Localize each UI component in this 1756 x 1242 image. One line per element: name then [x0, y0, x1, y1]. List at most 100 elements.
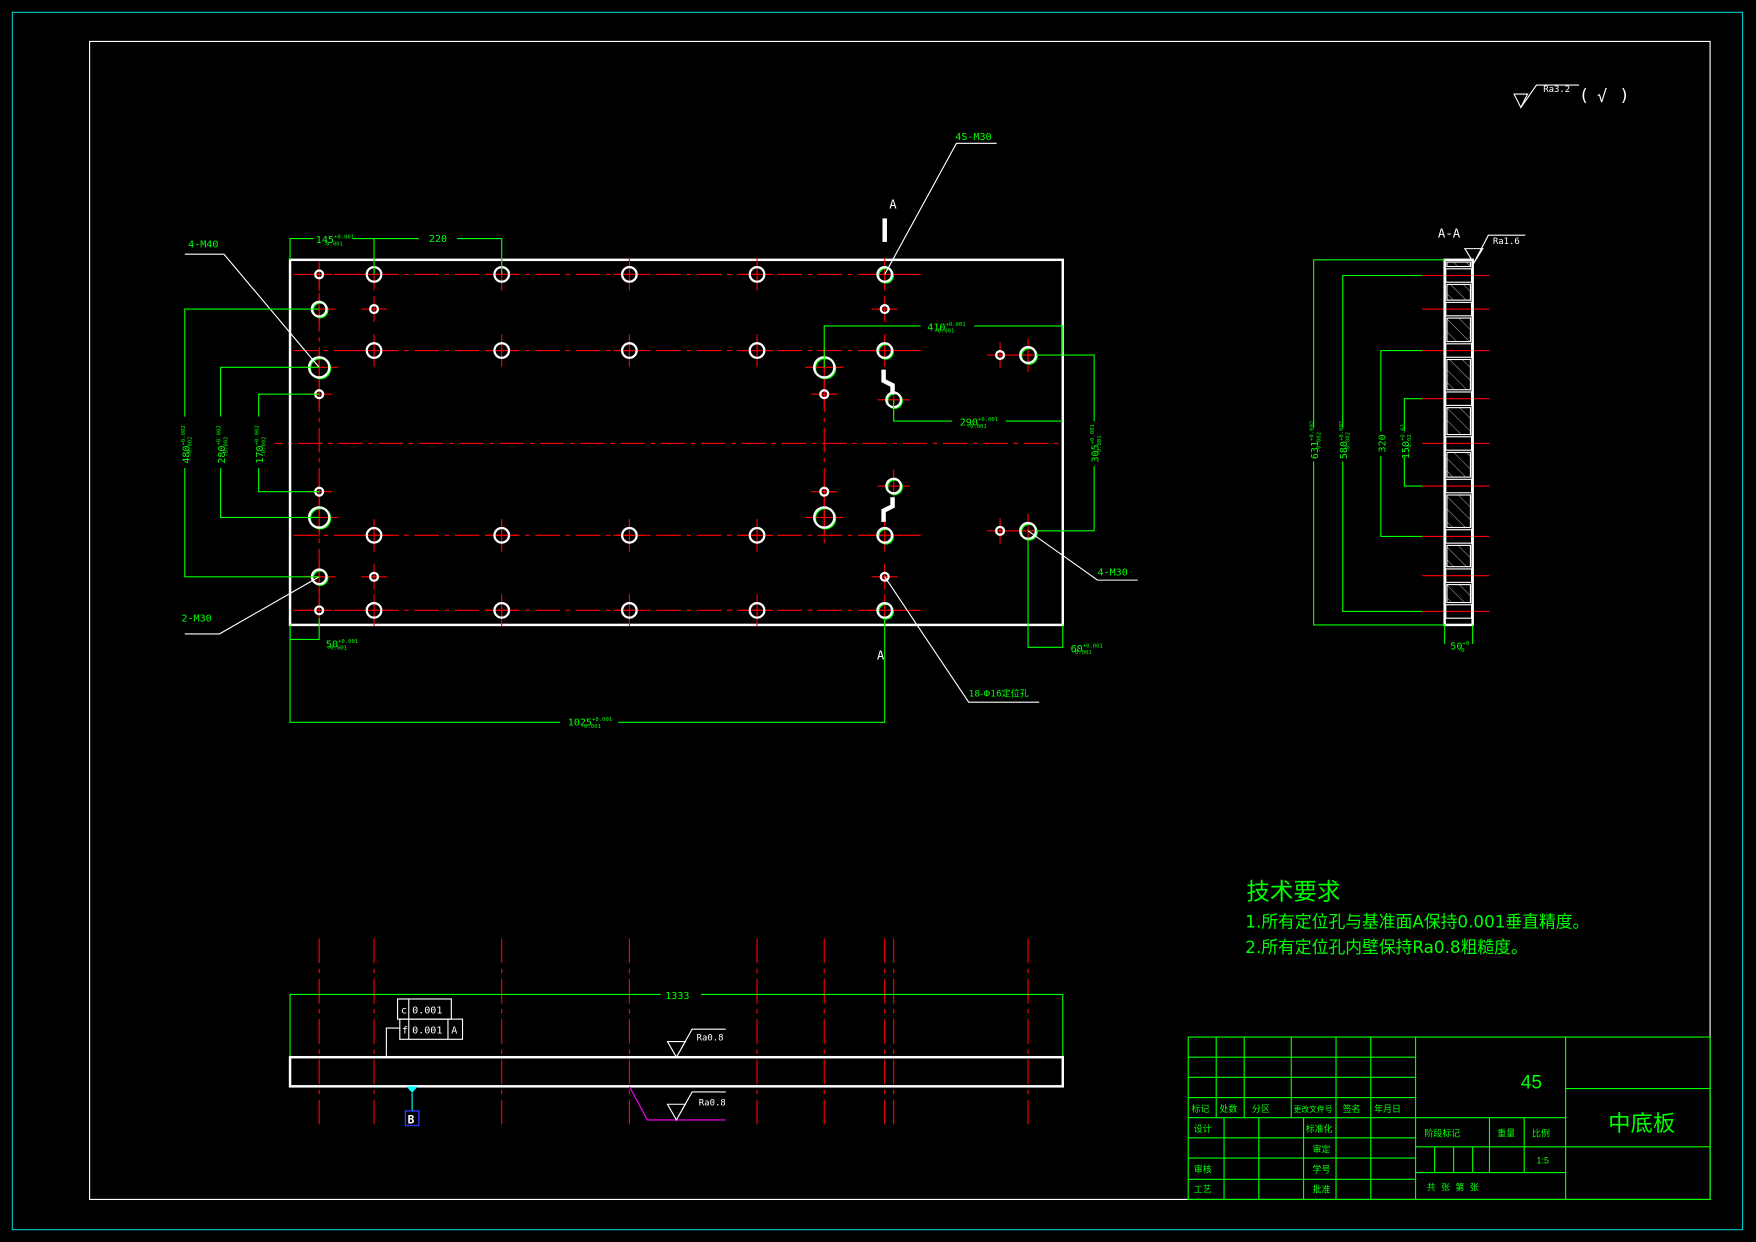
dim-220: 220 [429, 234, 447, 245]
hole [306, 261, 333, 288]
section-roughness: Ra1.6 [1493, 237, 1520, 247]
hole [613, 594, 646, 627]
roughness-top: Ra0.8 [697, 1033, 724, 1043]
material: 45 [1521, 1073, 1542, 1094]
section-title: A-A [1438, 226, 1461, 240]
section-dim-580: 580+0.002-0.002 [1339, 421, 1352, 459]
hole [357, 594, 391, 627]
header-date: 年月日 [1374, 1103, 1401, 1115]
section-outline [1443, 258, 1474, 627]
centerlines [257, 266, 1064, 619]
section-dim-50: 50+0 -0 [1450, 641, 1469, 654]
dim-290: 290+0.001 -0.001 [960, 417, 998, 430]
hole [811, 381, 838, 408]
section-hatch [1446, 407, 1471, 436]
datum-triangle-icon [406, 1086, 418, 1094]
slot-lower [881, 497, 895, 522]
section-dim-631: 631+0.002-0.002 [1310, 421, 1323, 459]
section-hatch [1446, 358, 1471, 391]
holes [300, 258, 1045, 627]
tolerance-leader [385, 1027, 400, 1058]
hole [613, 519, 646, 552]
roughness-paren-open: ( [1579, 85, 1589, 105]
hole [613, 334, 646, 367]
tech-item: 2.所有定位孔内壁保持Ra0.8粗糙度。 [1245, 937, 1527, 957]
hole [740, 258, 774, 291]
drawing-frame [89, 40, 1711, 1201]
label-weight: 重量 [1497, 1128, 1515, 1140]
section-hatch [1446, 283, 1471, 301]
label-student-no: 学号 [1313, 1164, 1331, 1176]
callout-m30-top: 4S-M30 [955, 132, 991, 143]
section-hatch [1446, 451, 1471, 478]
hole [868, 519, 901, 552]
hole [613, 258, 646, 291]
callout-m30-left: 2-M30 [181, 614, 211, 625]
plate-outline [288, 258, 1065, 627]
label-process: 工艺 [1194, 1185, 1212, 1196]
header-zone: 分区 [1252, 1104, 1270, 1115]
hole [740, 334, 774, 367]
section-hatch [1446, 544, 1471, 568]
hole [868, 334, 901, 367]
section-hatch [1446, 261, 1471, 268]
default-roughness: Ra3.2 ( √ ) [1513, 84, 1629, 109]
section-hole [1422, 568, 1490, 583]
dim-145: 145+0.001 -0.001 [316, 235, 354, 248]
hole [485, 334, 518, 367]
hole [987, 517, 1013, 544]
section-hole [1422, 604, 1490, 619]
tech-title: 技术要求 [1246, 877, 1340, 905]
front-view: 1333 c 0.001 f 0.001 A Ra0.8 Ra0.8 B [288, 938, 1065, 1129]
section-hatch [1446, 494, 1471, 529]
dim-60: 60+0.001 -0.001 [1071, 643, 1103, 656]
label-standardization: 标准化 [1306, 1123, 1333, 1135]
tolerance-value: 0.001 [412, 1026, 442, 1037]
section-cells [1422, 261, 1490, 619]
hole [811, 478, 838, 505]
dim-1025: 1025+0.001 -0.001 [568, 717, 612, 730]
roughness-bottom: Ra0.8 [699, 1098, 726, 1108]
section-dim-320: 320 [1377, 434, 1388, 452]
tolerance-symbol: c [401, 1006, 407, 1017]
hole [357, 334, 391, 367]
callout-dowel: 18-Φ16定位孔 [969, 688, 1029, 700]
hole [485, 594, 518, 627]
hole [871, 296, 898, 322]
section-hatch [1446, 584, 1471, 604]
title-block-text: 45 中底板 标记 处数 分区 更改文件号 签名 年月日 设计 标准化 审定 审… [1192, 1073, 1676, 1196]
section-hole [1422, 301, 1490, 317]
tolerance-frame-2: f 0.001 A [385, 1018, 464, 1058]
section-hole [1422, 529, 1490, 544]
part-name: 中底板 [1608, 1111, 1675, 1137]
section-hole [1422, 478, 1490, 494]
label-approve: 批准 [1313, 1184, 1331, 1196]
section-hole [1422, 436, 1490, 451]
tech-item: 1.所有定位孔与基准面A保持0.001垂直精度。 [1245, 911, 1589, 931]
dim-305: 305+0.001-0.001 [1090, 424, 1103, 462]
dim-50: 50+0.001 -0.001 [326, 639, 358, 652]
leader-dowel [884, 576, 1040, 703]
header-change-doc: 更改文件号 [1293, 1104, 1332, 1114]
header-signature: 签名 [1343, 1103, 1361, 1115]
section-hole [1422, 391, 1490, 406]
dim-1333: 1333 [665, 991, 689, 1002]
section-hole [1422, 268, 1490, 283]
section-dim-150: 150+0.02-0.02 [1400, 424, 1413, 459]
sheet-count: 共 张 第 张 [1427, 1181, 1479, 1193]
header-mark: 标记 [1192, 1103, 1210, 1115]
hole [361, 563, 387, 590]
roughness-value: Ra3.2 [1543, 85, 1570, 95]
label-review: 审核 [1194, 1164, 1212, 1176]
section-cut-bar [882, 218, 887, 242]
hole [740, 519, 774, 552]
label-stage-mark: 阶段标记 [1425, 1128, 1461, 1140]
scale-value: 1:5 [1537, 1156, 1549, 1166]
label-approval: 审定 [1313, 1143, 1331, 1155]
label-design: 设计 [1194, 1123, 1212, 1135]
sheet-border [11, 11, 1744, 1231]
dim-line-50 [289, 618, 320, 641]
section-mark-bottom: A [877, 649, 885, 663]
cad-drawing: Ra3.2 ( √ ) A A 4-M40 2-M30 4-M30 4S-M30… [11, 11, 1744, 1231]
tolerance-symbol: f [402, 1026, 408, 1037]
